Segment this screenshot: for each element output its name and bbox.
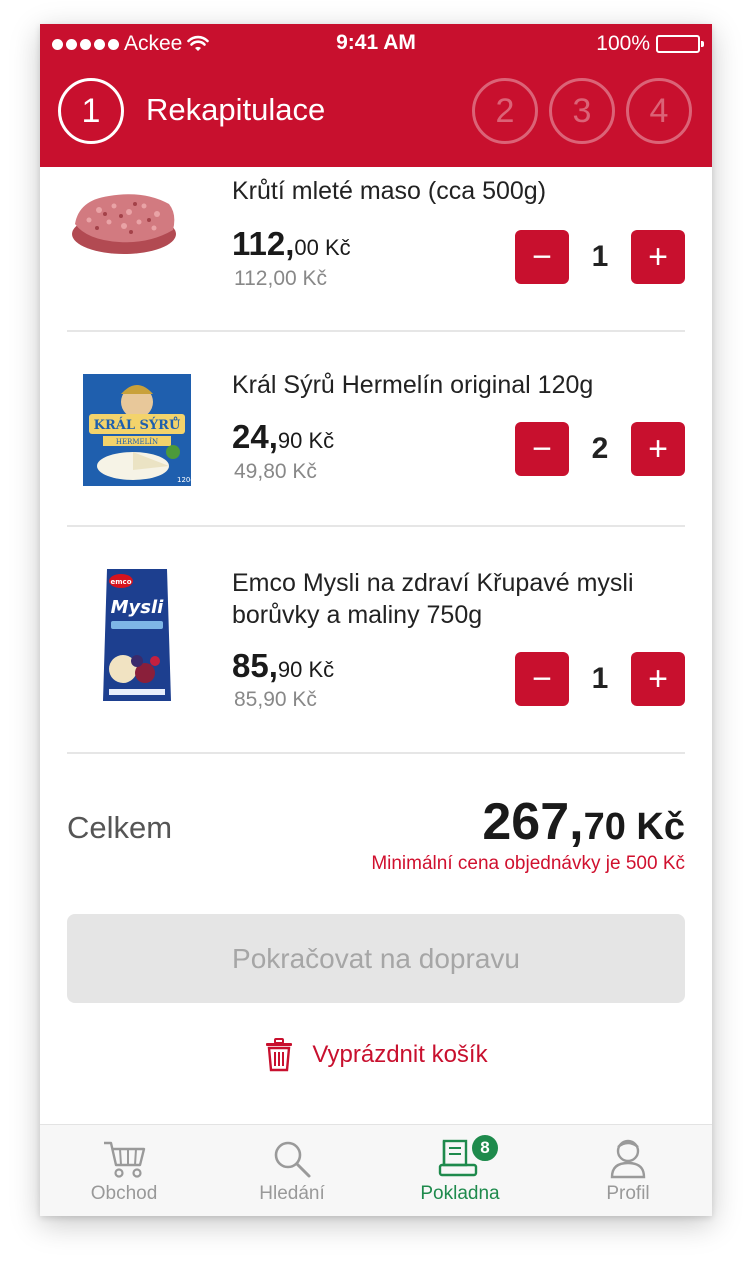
total-label: Celkem <box>67 810 173 845</box>
decrease-quantity-button[interactable]: − <box>515 422 569 476</box>
decrease-quantity-button[interactable]: − <box>515 230 569 284</box>
item-original-price: 85,90 Kč <box>234 688 317 711</box>
total-price: 267,70 Kč <box>482 793 685 851</box>
step-4[interactable]: 4 <box>626 78 692 144</box>
step-3[interactable]: 3 <box>549 78 615 144</box>
increase-quantity-button[interactable]: + <box>631 230 685 284</box>
continue-to-shipping-button[interactable]: Pokračovat na dopravu <box>67 914 685 1003</box>
cart-count-badge: 8 <box>470 1133 500 1163</box>
item-name: Král Sýrů Hermelín original 120g <box>232 371 594 399</box>
min-order-warning: Minimální cena objednávky je 500 Kč <box>371 853 685 874</box>
svg-text:emco: emco <box>111 578 132 586</box>
tab-pokladna[interactable]: 8 Pokladna <box>376 1125 544 1216</box>
minus-icon: − <box>532 430 552 468</box>
tab-label: Hledání <box>259 1183 325 1204</box>
quantity-stepper: − 1 + <box>515 230 685 284</box>
increase-quantity-button[interactable]: + <box>631 652 685 706</box>
item-quantity: 1 <box>591 662 609 695</box>
battery-info: 100% <box>596 32 704 56</box>
item-name: Krůtí mleté maso (cca 500g) <box>232 177 547 205</box>
page-title: Rekapitulace <box>146 92 326 127</box>
tab-bar: Obchod Hledání 8 Pokladna Profil <box>40 1124 712 1216</box>
tab-hledani[interactable]: Hledání <box>208 1125 376 1216</box>
minus-icon: − <box>532 238 552 276</box>
checkout-icon: 8 <box>438 1125 500 1179</box>
empty-cart-label: Vyprázdnit košík <box>312 1041 488 1068</box>
item-original-price: 112,00 Kč <box>234 267 328 290</box>
empty-cart-button[interactable]: Vyprázdnit košík <box>40 1038 712 1072</box>
minus-icon: − <box>532 660 552 698</box>
cart-item: Krůtí mleté maso (cca 500g) 112,00 Kč 11… <box>67 167 685 332</box>
svg-text:KRÁL SÝRŮ: KRÁL SÝRŮ <box>94 417 181 433</box>
quantity-stepper: − 2 + <box>515 422 685 476</box>
cart-item: KRÁL SÝRŮ HERMELÍN 120g Král Sýrů Hermel… <box>67 332 685 527</box>
tab-profil[interactable]: Profil <box>544 1125 712 1216</box>
increase-quantity-button[interactable]: + <box>631 422 685 476</box>
muesli-bag-image: emco Mysli <box>101 565 173 705</box>
svg-text:HERMELÍN: HERMELÍN <box>116 437 158 446</box>
plus-icon: + <box>648 430 668 468</box>
plus-icon: + <box>648 238 668 276</box>
minced-meat-image <box>69 177 179 267</box>
step-current: 1 <box>58 78 124 144</box>
item-name: Emco Mysli na zdraví Křupavé mysli borův… <box>232 569 634 629</box>
tab-label: Profil <box>606 1183 650 1204</box>
battery-icon <box>656 35 704 53</box>
cheese-box-image: KRÁL SÝRŮ HERMELÍN 120g <box>83 374 191 486</box>
item-price: 112,00 Kč <box>232 225 351 262</box>
svg-text:Mysli: Mysli <box>111 597 165 618</box>
item-original-price: 49,80 Kč <box>234 460 317 483</box>
cart-list: Krůtí mleté maso (cca 500g) 112,00 Kč 11… <box>67 167 685 754</box>
plus-icon: + <box>648 660 668 698</box>
checkout-steps: 1 Rekapitulace 2 3 4 <box>40 76 712 148</box>
item-quantity: 2 <box>591 432 609 465</box>
battery-percent: 100% <box>596 32 650 55</box>
item-price: 24,90 Kč <box>232 418 335 455</box>
status-bar: Ackee 9:41 AM 100% <box>40 24 712 64</box>
search-icon <box>272 1125 312 1179</box>
app-screen: Ackee 9:41 AM 100% 1 Rekapitulace 2 3 4 <box>40 24 712 1216</box>
svg-text:120g: 120g <box>177 476 191 484</box>
profile-icon <box>608 1125 648 1179</box>
decrease-quantity-button[interactable]: − <box>515 652 569 706</box>
tab-label: Obchod <box>90 1183 158 1204</box>
item-price: 85,90 Kč <box>232 647 335 684</box>
item-quantity: 1 <box>591 240 609 273</box>
cart-item: emco Mysli Emco Mysli na zdraví Křupavé … <box>67 527 685 754</box>
quantity-stepper: − 1 + <box>515 652 685 706</box>
header: Ackee 9:41 AM 100% 1 Rekapitulace 2 3 4 <box>40 24 712 167</box>
cart-icon <box>102 1125 146 1179</box>
tab-obchod[interactable]: Obchod <box>40 1125 208 1216</box>
step-2[interactable]: 2 <box>472 78 538 144</box>
trash-icon <box>266 1038 293 1072</box>
tab-label: Pokladna <box>420 1183 500 1204</box>
